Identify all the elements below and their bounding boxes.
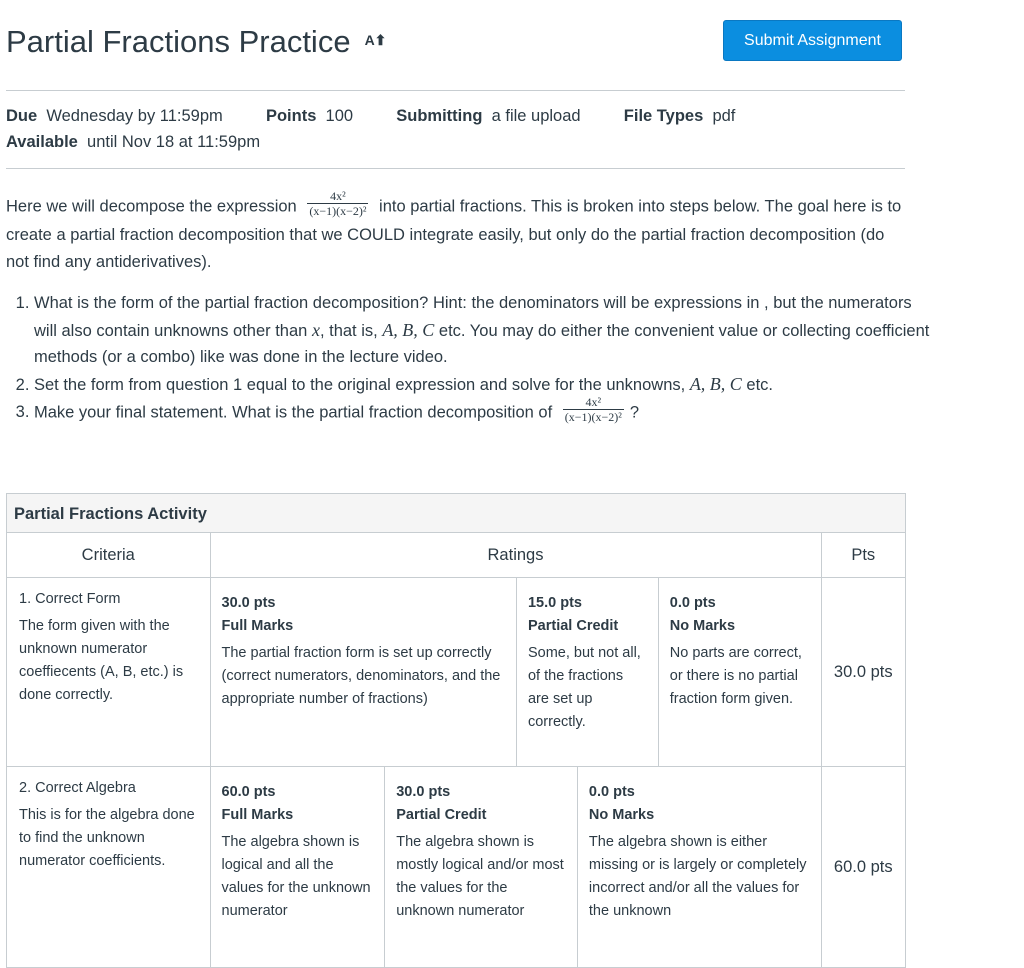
math-variable: A, B, C [382, 319, 435, 340]
file-types-label: File Types [623, 107, 704, 125]
assignment-header: Partial Fractions Practice A⬆ Submit Assi… [6, 20, 906, 66]
column-header-criteria: Criteria [7, 533, 211, 578]
column-header-pts: Pts [820, 533, 905, 578]
column-header-ratings: Ratings [210, 533, 821, 578]
assignment-details: Due Wednesday by 11:59pm Points 100 Subm… [6, 107, 735, 126]
available-value: until Nov 18 at 11:59pm [87, 133, 261, 151]
points-cell: 30.0 pts [820, 577, 905, 767]
criterion-title: 1. Correct Form [19, 591, 121, 607]
rating-points: 15.0 pts [527, 595, 582, 611]
rating-description: The partial fraction form is set up corr… [221, 645, 501, 707]
available-label: Available [6, 133, 78, 151]
points-cell: 60.0 pts [820, 766, 905, 968]
rating-label: No Marks [588, 807, 655, 823]
math-variable: x [311, 319, 320, 340]
list-item: What is the form of the partial fraction… [34, 290, 934, 371]
text-size-icon[interactable]: A⬆ [365, 32, 387, 49]
step-text: , that is, [319, 321, 378, 340]
steps-list: What is the form of the partial fraction… [6, 290, 934, 428]
math-variable: A, B, C [689, 373, 742, 394]
ratings-cell: 60.0 pts Full Marks The algebra shown is… [210, 766, 821, 968]
step-text: Make your final statement. What is the p… [34, 403, 553, 422]
due-value: Wednesday by 11:59pm [46, 107, 223, 125]
rating-label: Full Marks [221, 807, 294, 823]
rating-label: Partial Credit [527, 618, 619, 634]
rating-points: 60.0 pts [221, 784, 276, 800]
rating-points: 30.0 pts [396, 784, 451, 800]
fraction-numerator: 4x² [562, 395, 624, 410]
expression-fraction: 4x² (x−1)(x−2)² [562, 395, 624, 425]
list-item: Make your final statement. What is the p… [34, 395, 934, 428]
rating-label: No Marks [669, 618, 736, 634]
rating-description: The algebra shown is mostly logical and/… [396, 834, 564, 919]
file-types-value: pdf [712, 107, 736, 125]
criterion-cell: 1. Correct Form The form given with the … [7, 577, 211, 767]
fraction-numerator: 4x² [307, 189, 369, 204]
points-label: Points [265, 107, 317, 125]
page-title-text: Partial Fractions Practice [6, 24, 351, 59]
rating-description: The algebra shown is logical and all the… [221, 834, 371, 919]
availability: Available until Nov 18 at 11:59pm [6, 133, 260, 152]
step-text: Set the form from question 1 equal to th… [34, 375, 686, 394]
page-title: Partial Fractions Practice A⬆ [6, 24, 386, 60]
rating: 0.0 pts No Marks The algebra shown is ei… [576, 767, 821, 967]
rating-description: The algebra shown is either missing or i… [588, 834, 807, 919]
rating: 30.0 pts Partial Credit The algebra show… [384, 767, 577, 967]
rating-label: Full Marks [221, 618, 294, 634]
step-text: etc. [746, 375, 774, 394]
expression-fraction: 4x² (x−1)(x−2)² [307, 189, 369, 219]
rating: 15.0 pts Partial Credit Some, but not al… [515, 578, 658, 766]
step-text: ? [629, 403, 640, 422]
due-label: Due [6, 107, 38, 125]
list-item: Set the form from question 1 equal to th… [34, 371, 934, 399]
rubric-title: Partial Fractions Activity [7, 494, 905, 533]
rating-points: 0.0 pts [588, 784, 635, 800]
table-row: 2. Correct Algebra This is for the algeb… [7, 766, 905, 968]
table-row: 1. Correct Form The form given with the … [7, 577, 905, 767]
divider [6, 90, 905, 91]
divider [6, 168, 905, 169]
points-value: 100 [325, 107, 354, 125]
criterion-cell: 2. Correct Algebra This is for the algeb… [7, 766, 211, 968]
rating: 60.0 pts Full Marks The algebra shown is… [211, 767, 385, 967]
submitting-value: a file upload [491, 107, 581, 125]
fraction-denominator: (x−1)(x−2)² [309, 204, 367, 218]
criterion-title: 2. Correct Algebra [19, 780, 136, 796]
rubric-table: Criteria Ratings Pts 1. Correct Form The… [7, 533, 905, 968]
rating-points: 0.0 pts [669, 595, 716, 611]
ratings-cell: 30.0 pts Full Marks The partial fraction… [210, 577, 821, 767]
rating-label: Partial Credit [396, 807, 487, 823]
rating: 30.0 pts Full Marks The partial fraction… [211, 578, 516, 766]
rating-points: 30.0 pts [221, 595, 276, 611]
rating-description: Some, but not all, of the fractions are … [527, 645, 641, 730]
fraction-denominator: (x−1)(x−2)² [564, 410, 622, 424]
criterion-description: This is for the algebra done to find the… [19, 807, 195, 869]
submitting-label: Submitting [396, 107, 483, 125]
description-text: Here we will decompose the expression [6, 197, 297, 216]
rating: 0.0 pts No Marks No parts are correct, o… [657, 578, 821, 766]
assignment-description: Here we will decompose the expression 4x… [6, 189, 906, 276]
rubric: Partial Fractions Activity Criteria Rati… [6, 493, 906, 968]
rating-description: No parts are correct, or there is no par… [669, 645, 802, 707]
submit-assignment-button[interactable]: Submit Assignment [723, 20, 902, 61]
criterion-description: The form given with the unknown numerato… [19, 618, 184, 703]
